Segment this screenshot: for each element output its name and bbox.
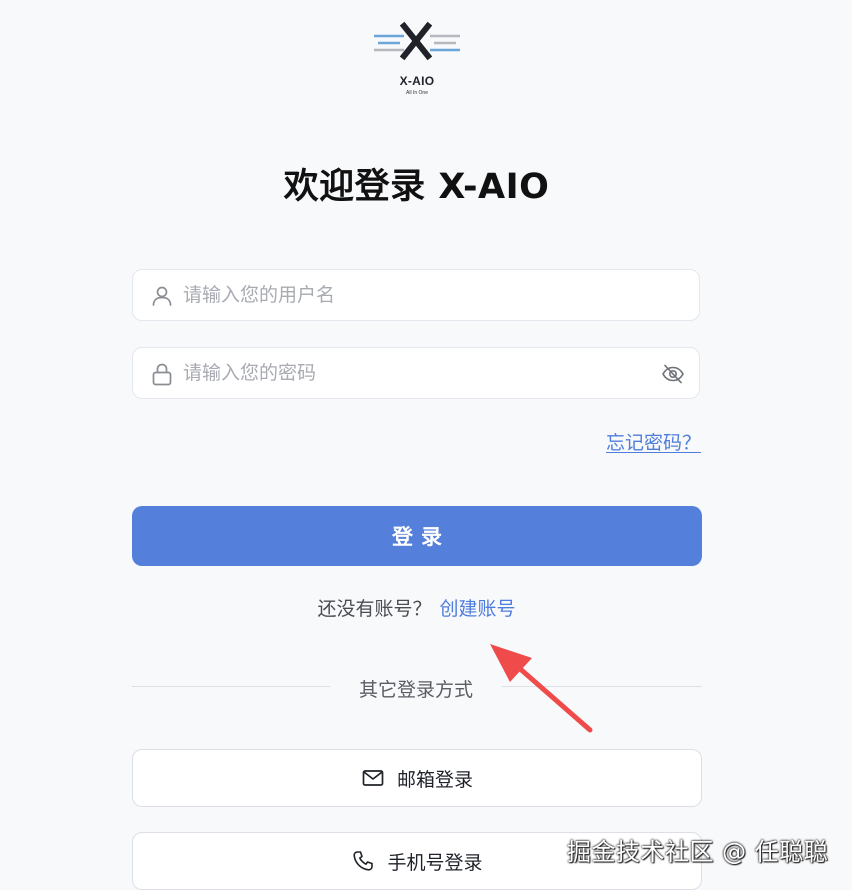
- forgot-password-link[interactable]: 忘记密码？: [606, 428, 701, 455]
- red-arrow-annotation: [490, 644, 593, 733]
- create-account-link[interactable]: 创建账号: [440, 598, 516, 620]
- app-logo: X-AIO All In One: [370, 22, 464, 98]
- login-button[interactable]: 登录: [132, 506, 702, 566]
- username-input[interactable]: [183, 270, 653, 320]
- register-prompt: 还没有账号？: [317, 598, 432, 620]
- watermark: 掘金技术社区 @ 任聪聪: [567, 838, 829, 866]
- other-login-divider: 其它登录方式: [358, 679, 473, 701]
- logo-name: X-AIO: [399, 74, 435, 88]
- email-login-label: 邮箱登录: [396, 768, 473, 791]
- password-field: [132, 347, 700, 399]
- user-icon: [152, 286, 172, 306]
- phone-login-label: 手机号登录: [387, 851, 483, 874]
- username-field: [132, 269, 700, 321]
- eye-off-icon[interactable]: [661, 362, 685, 386]
- lock-icon: [152, 363, 172, 386]
- email-login-button[interactable]: 邮箱登录: [132, 749, 702, 807]
- page-title: 欢迎登录 X-AIO: [283, 167, 550, 207]
- divider-line-left: [132, 686, 330, 687]
- logo-x-icon: [374, 22, 460, 61]
- register-row: 还没有账号？ 创建账号: [0, 594, 833, 621]
- mail-icon: [362, 770, 384, 786]
- password-input[interactable]: [183, 348, 653, 398]
- phone-icon: [353, 851, 374, 871]
- logo-tagline: All In One: [406, 90, 428, 96]
